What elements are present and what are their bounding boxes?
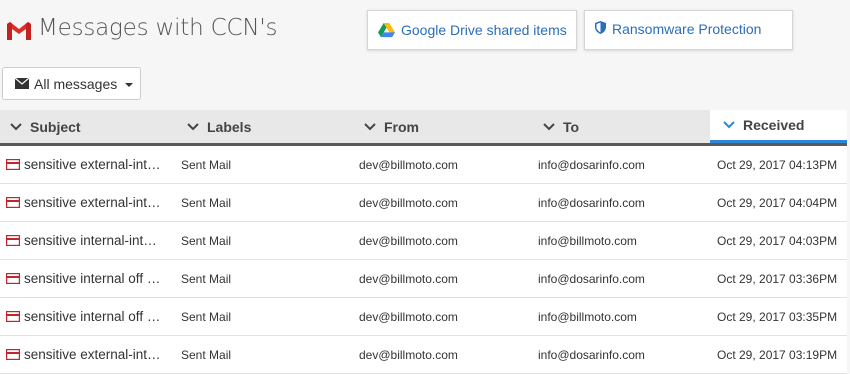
column-header-label: Received <box>743 117 805 133</box>
received-cell: Oct 29, 2017 04:13PM <box>717 157 838 172</box>
received-cell: Oct 29, 2017 03:35PM <box>717 309 838 324</box>
from-cell: dev@billmoto.com <box>359 309 458 324</box>
label-cell: Sent Mail <box>181 157 232 172</box>
table-row[interactable]: sensitive external-int… Sent Mail dev@bi… <box>0 184 847 222</box>
chevron-down-icon <box>723 121 735 129</box>
column-header-label: To <box>563 118 580 135</box>
mail-icon <box>6 273 20 284</box>
subject-text: sensitive internal off … <box>24 271 161 286</box>
subject-text: sensitive external-int… <box>24 157 161 172</box>
column-header-to[interactable]: To <box>543 110 579 143</box>
chevron-down-icon <box>364 122 376 130</box>
table-row[interactable]: sensitive external-int… Sent Mail dev@bi… <box>0 146 847 184</box>
google-drive-shared-button[interactable]: Google Drive shared items <box>367 10 577 50</box>
subject-text: sensitive external-int… <box>24 347 161 362</box>
subject-cell: sensitive external-int… <box>6 184 161 221</box>
column-header-received[interactable]: Received <box>710 110 847 143</box>
label-cell: Sent Mail <box>181 309 232 324</box>
to-cell: info@billmoto.com <box>538 309 637 324</box>
column-header-subject[interactable]: Subject <box>10 110 81 143</box>
from-cell: dev@billmoto.com <box>359 233 458 248</box>
label-cell: Sent Mail <box>181 347 232 362</box>
column-header-label: Labels <box>207 118 252 135</box>
filter-label: All messages <box>34 75 118 92</box>
column-header-label: Subject <box>30 118 81 135</box>
page-title: Messages with CCN's <box>38 15 278 41</box>
from-cell: dev@billmoto.com <box>359 195 458 210</box>
column-header-labels[interactable]: Labels <box>187 110 251 143</box>
table-body: sensitive external-int… Sent Mail dev@bi… <box>0 146 847 374</box>
received-cell: Oct 29, 2017 04:04PM <box>717 195 838 210</box>
ransomware-protection-button[interactable]: Ransomware Protection <box>584 10 793 50</box>
table-header: Subject Labels From To Received <box>0 110 847 146</box>
column-header-label: From <box>384 118 419 135</box>
from-cell: dev@billmoto.com <box>359 347 458 362</box>
drive-button-label: Google Drive shared items <box>401 22 567 38</box>
mail-icon <box>6 311 20 322</box>
to-cell: info@dosarinfo.com <box>538 195 645 210</box>
table-row[interactable]: sensitive external-int… Sent Mail dev@bi… <box>0 336 847 374</box>
received-cell: Oct 29, 2017 03:36PM <box>717 271 838 286</box>
table-row[interactable]: sensitive internal off … Sent Mail dev@b… <box>0 260 847 298</box>
label-cell: Sent Mail <box>181 195 232 210</box>
subject-text: sensitive internal off … <box>24 309 161 324</box>
subject-text: sensitive internal-int… <box>24 233 157 248</box>
envelope-icon <box>15 78 29 89</box>
shield-icon <box>595 21 606 34</box>
received-cell: Oct 29, 2017 03:19PM <box>717 347 838 362</box>
all-messages-dropdown[interactable]: All messages <box>2 67 141 100</box>
to-cell: info@billmoto.com <box>538 233 637 248</box>
to-cell: info@dosarinfo.com <box>538 347 645 362</box>
chevron-down-icon <box>187 122 199 130</box>
subject-cell: sensitive internal off … <box>6 298 160 335</box>
ransomware-button-label: Ransomware Protection <box>612 21 762 37</box>
page-header: Messages with CCN's Google Drive shared … <box>0 0 850 110</box>
to-cell: info@dosarinfo.com <box>538 157 645 172</box>
mail-icon <box>6 349 20 360</box>
subject-cell: sensitive external-int… <box>6 336 161 373</box>
to-cell: info@dosarinfo.com <box>538 271 645 286</box>
chevron-down-icon <box>10 122 22 130</box>
caret-down-icon <box>125 82 134 87</box>
table-row[interactable]: sensitive internal-int… Sent Mail dev@bi… <box>0 222 847 260</box>
mail-icon <box>6 159 20 170</box>
mail-icon <box>6 235 20 246</box>
subject-cell: sensitive internal-int… <box>6 222 157 259</box>
google-drive-icon <box>378 22 395 37</box>
table-row[interactable]: sensitive internal off … Sent Mail dev@b… <box>0 298 847 336</box>
from-cell: dev@billmoto.com <box>359 271 458 286</box>
mail-icon <box>6 197 20 208</box>
subject-cell: sensitive external-int… <box>6 146 161 183</box>
chevron-down-icon <box>543 122 555 130</box>
subject-cell: sensitive internal off … <box>6 260 160 297</box>
from-cell: dev@billmoto.com <box>359 157 458 172</box>
label-cell: Sent Mail <box>181 233 232 248</box>
column-header-from[interactable]: From <box>364 110 419 143</box>
label-cell: Sent Mail <box>181 271 232 286</box>
gmail-logo-icon <box>7 22 31 40</box>
subject-text: sensitive external-int… <box>24 195 161 210</box>
messages-table: Subject Labels From To Received sensitiv… <box>0 110 847 374</box>
received-cell: Oct 29, 2017 04:03PM <box>717 233 838 248</box>
